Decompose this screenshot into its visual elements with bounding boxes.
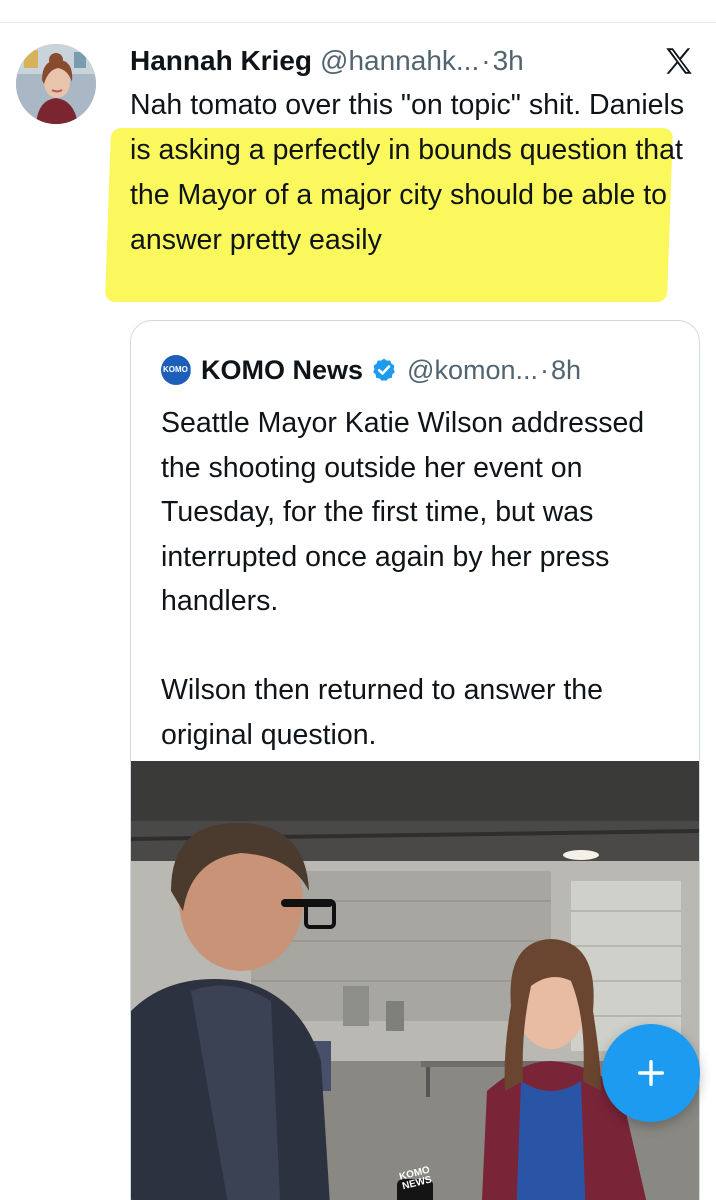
quoted-post-time: 8h [550,354,582,385]
verified-badge-icon [373,358,395,382]
quoted-media-video[interactable]: KOMO NEWS [131,761,699,1200]
quoted-author-handle: @komon... [407,354,538,385]
quoted-separator-dot: · [539,354,549,385]
post-text: Nah tomato over this "on topic" shit. Da… [130,83,700,263]
compose-button[interactable] [602,1024,700,1122]
komo-logo-text: KOMO NEWS [163,365,215,374]
quoted-post-header: KOMO NEWS KOMO News @komon... · 8h [161,353,581,387]
quoted-paragraph-2: Wilson then returned to answer the origi… [161,674,603,751]
author-handle[interactable]: @hannahk... [320,45,479,77]
quoted-author-name: KOMO News [201,354,364,385]
plus-icon [637,1059,665,1087]
avatar-photo [16,44,96,124]
author-name[interactable]: Hannah Krieg [130,45,312,77]
post-header: Hannah Krieg @hannahk... · 3h [130,42,690,80]
top-divider [0,22,716,23]
quoted-post-text: Seattle Mayor Katie Wilson addressed the… [161,401,681,757]
avatar[interactable] [16,44,96,124]
x-logo-icon[interactable] [662,44,696,78]
komo-logo-icon[interactable]: KOMO NEWS [161,355,215,385]
post-time[interactable]: 3h [493,45,524,77]
separator-dot: · [481,45,491,76]
quoted-paragraph-1: Seattle Mayor Katie Wilson addressed the… [161,407,645,617]
video-frame [131,761,699,1200]
post-text-part1: Nah tomato over this "on topic" shit. [130,89,590,121]
